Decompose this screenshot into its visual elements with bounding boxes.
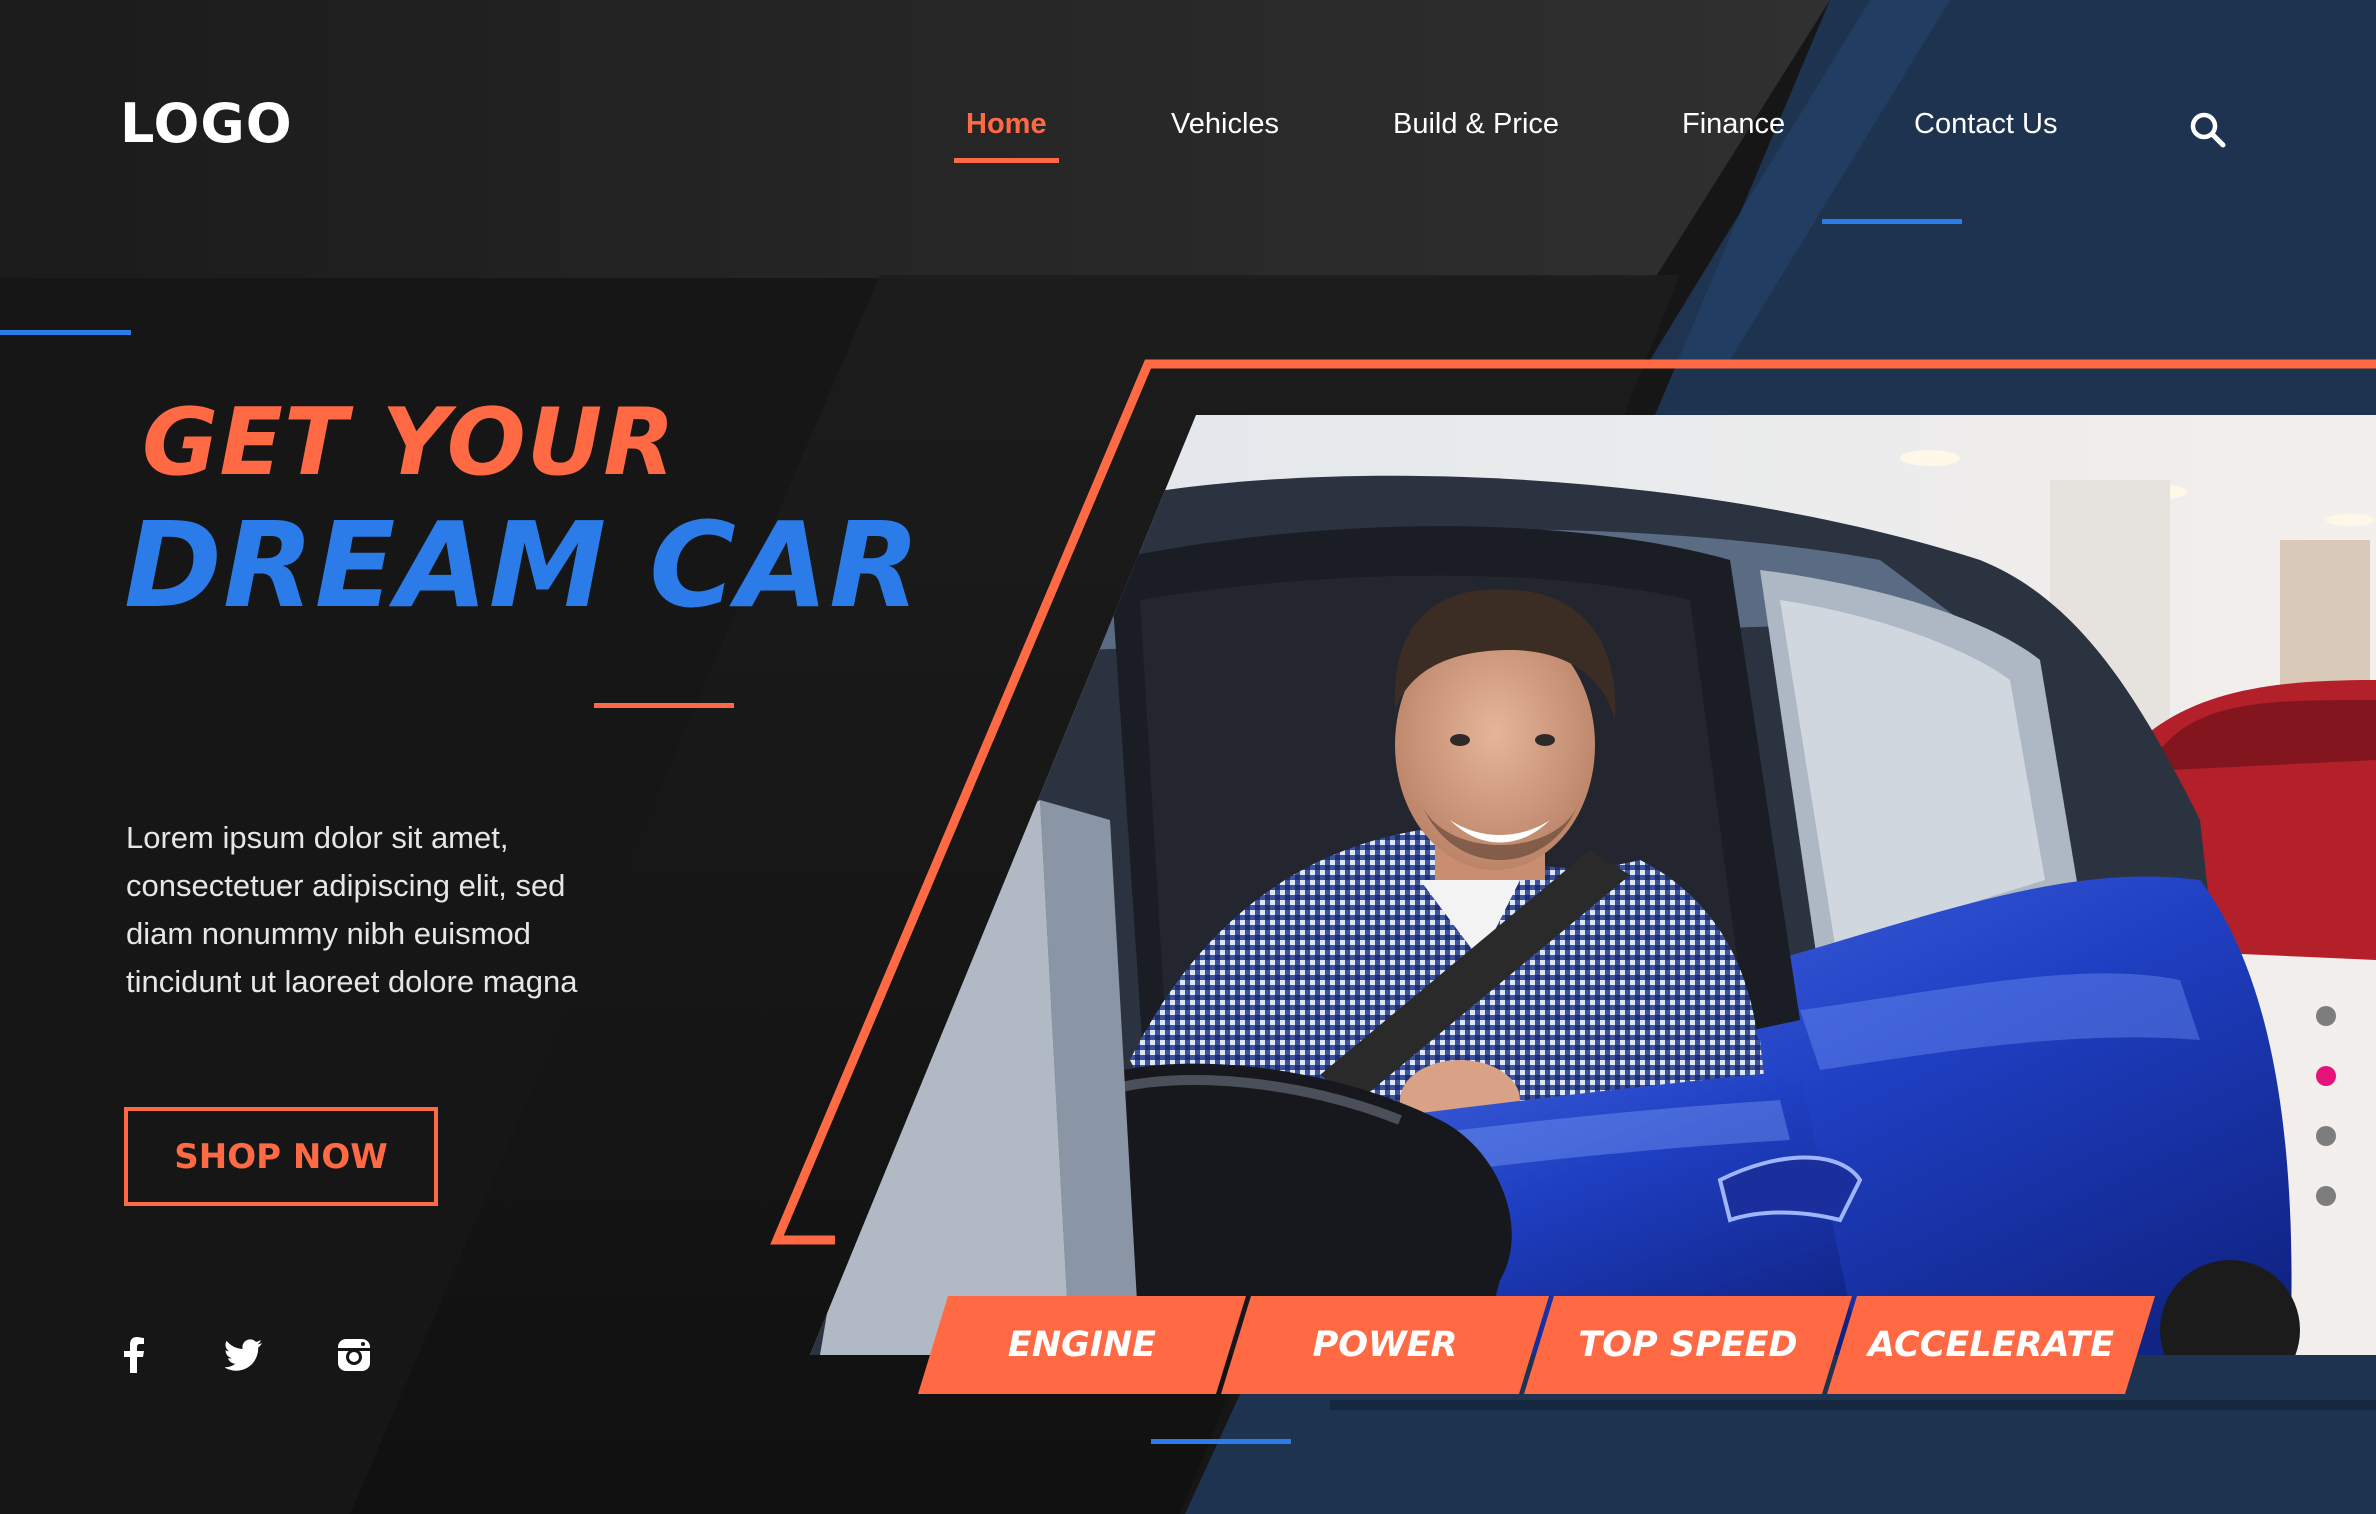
hero-title-line1: GET YOUR bbox=[142, 388, 676, 496]
nav-build-price[interactable]: Build & Price bbox=[1393, 108, 1559, 141]
hero-description: Lorem ipsum dolor sit amet, consectetuer… bbox=[126, 814, 578, 1006]
nav-vehicles[interactable]: Vehicles bbox=[1171, 108, 1279, 141]
nav-finance-label: Finance bbox=[1682, 108, 1786, 140]
facebook-icon[interactable] bbox=[112, 1333, 156, 1377]
nav-vehicles-label: Vehicles bbox=[1171, 108, 1280, 140]
hero-description-line: diam nonummy nibh euismod bbox=[126, 916, 531, 951]
nav-contact-us-label: Contact Us bbox=[1914, 108, 2058, 140]
feature-tab-label: ACCELERATE bbox=[1868, 1325, 2114, 1365]
nav-finance[interactable]: Finance bbox=[1682, 108, 1785, 141]
nav-active-underline bbox=[954, 158, 1059, 163]
twitter-icon[interactable] bbox=[222, 1333, 266, 1377]
feature-tab-label: ENGINE bbox=[1007, 1325, 1157, 1365]
feature-tab-label: TOP SPEED bbox=[1578, 1325, 1798, 1365]
feature-tab-label: POWER bbox=[1312, 1325, 1458, 1365]
logo[interactable]: LOGO bbox=[120, 92, 293, 155]
feature-tab-power[interactable]: POWER bbox=[1221, 1296, 1549, 1394]
instagram-icon[interactable] bbox=[332, 1333, 376, 1377]
hero-description-line: tincidunt ut laoreet dolore magna bbox=[126, 964, 578, 999]
carousel-dot[interactable] bbox=[2316, 1126, 2336, 1146]
nav-contact-us[interactable]: Contact Us bbox=[1914, 108, 2057, 141]
shop-now-label: SHOP NOW bbox=[174, 1136, 388, 1177]
hero-description-line: consectetuer adipiscing elit, sed bbox=[126, 868, 566, 903]
nav-build-price-label: Build & Price bbox=[1393, 108, 1560, 140]
feature-tab-accelerate[interactable]: ACCELERATE bbox=[1827, 1296, 2155, 1394]
nav-home-label: Home bbox=[966, 108, 1047, 140]
carousel-dot[interactable] bbox=[2316, 1186, 2336, 1206]
hero-description-line: Lorem ipsum dolor sit amet, bbox=[126, 820, 509, 855]
feature-tab-top-speed[interactable]: TOP SPEED bbox=[1524, 1296, 1852, 1394]
hero-title-line2: DREAM CAR bbox=[124, 496, 922, 634]
carousel-dot[interactable] bbox=[2316, 1006, 2336, 1026]
background bbox=[0, 0, 2376, 1514]
feature-tab-engine[interactable]: ENGINE bbox=[918, 1296, 1246, 1394]
search-icon[interactable] bbox=[2188, 110, 2228, 150]
shop-now-button[interactable]: SHOP NOW bbox=[124, 1107, 438, 1206]
carousel-dot-active[interactable] bbox=[2316, 1066, 2336, 1086]
nav-home[interactable]: Home bbox=[954, 108, 1059, 163]
